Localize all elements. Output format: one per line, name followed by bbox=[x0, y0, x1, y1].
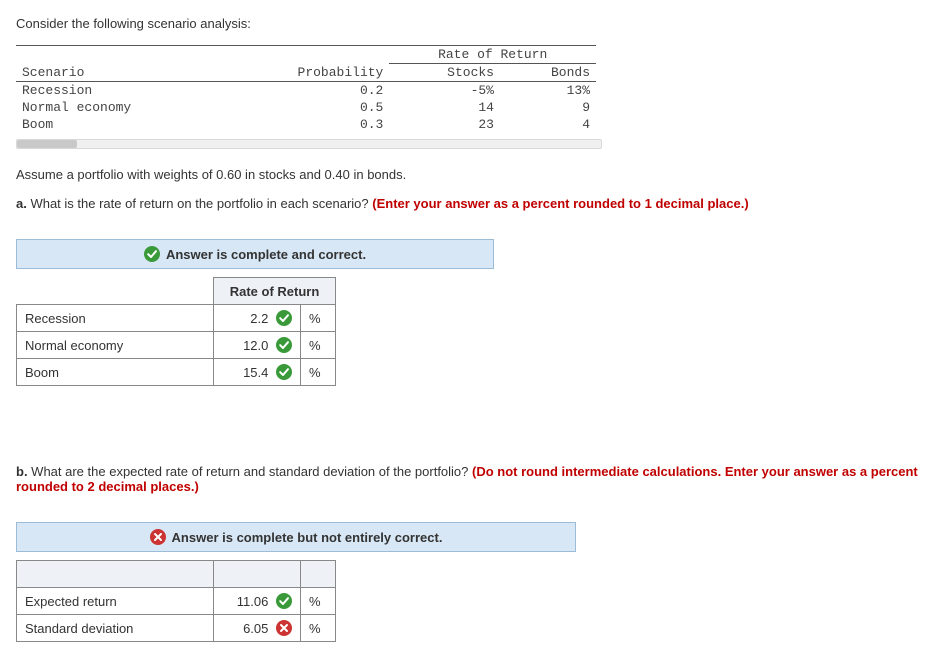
row-label: Recession bbox=[17, 305, 214, 332]
answer-cell[interactable]: 11.06 bbox=[214, 588, 301, 615]
check-circle-icon bbox=[276, 593, 292, 609]
part-a-label: a. bbox=[16, 196, 27, 211]
stocks-cell: -5% bbox=[389, 82, 500, 100]
row-label: Standard deviation bbox=[17, 615, 214, 642]
check-circle-icon bbox=[276, 364, 292, 380]
answer-value: 12.0 bbox=[243, 338, 268, 353]
percent-unit: % bbox=[301, 615, 336, 642]
col-probability: Probability bbox=[223, 64, 390, 82]
answer-cell[interactable]: 12.0 bbox=[214, 332, 301, 359]
bonds-cell: 4 bbox=[500, 116, 596, 133]
stocks-cell: 23 bbox=[389, 116, 500, 133]
prob-cell: 0.5 bbox=[223, 99, 390, 116]
percent-unit: % bbox=[301, 359, 336, 386]
bonds-cell: 9 bbox=[500, 99, 596, 116]
cross-circle-icon bbox=[276, 620, 292, 636]
part-b-banner-text: Answer is complete but not entirely corr… bbox=[172, 530, 443, 545]
part-b-label: b. bbox=[16, 464, 28, 479]
percent-unit: % bbox=[301, 332, 336, 359]
scenario-table: Rate of Return Scenario Probability Stoc… bbox=[16, 45, 596, 133]
part-b-banner: Answer is complete but not entirely corr… bbox=[16, 522, 576, 552]
scenario-cell: Recession bbox=[16, 82, 223, 100]
bonds-cell: 13% bbox=[500, 82, 596, 100]
table-row: Recession 2.2 % bbox=[17, 305, 336, 332]
intro-text: Consider the following scenario analysis… bbox=[16, 16, 933, 31]
table-row: Boom 15.4 % bbox=[17, 359, 336, 386]
table-row: Expected return 11.06 % bbox=[17, 588, 336, 615]
part-a-note: (Enter your answer as a percent rounded … bbox=[372, 196, 748, 211]
percent-unit: % bbox=[301, 588, 336, 615]
rate-of-return-header: Rate of Return bbox=[389, 46, 596, 64]
cross-circle-icon bbox=[150, 529, 166, 545]
part-a-banner: Answer is complete and correct. bbox=[16, 239, 494, 269]
check-circle-icon bbox=[144, 246, 160, 262]
table-row: Normal economy 12.0 % bbox=[17, 332, 336, 359]
check-circle-icon bbox=[276, 310, 292, 326]
part-a-qtext: What is the rate of return on the portfo… bbox=[27, 196, 372, 211]
row-label: Normal economy bbox=[17, 332, 214, 359]
answer-value: 6.05 bbox=[243, 621, 268, 636]
stocks-cell: 14 bbox=[389, 99, 500, 116]
part-a-col-header: Rate of Return bbox=[214, 278, 336, 305]
answer-cell[interactable]: 6.05 bbox=[214, 615, 301, 642]
col-stocks: Stocks bbox=[389, 64, 500, 82]
part-a-question: a. What is the rate of return on the por… bbox=[16, 196, 933, 211]
col-scenario: Scenario bbox=[16, 64, 223, 82]
answer-cell[interactable]: 15.4 bbox=[214, 359, 301, 386]
row-label: Boom bbox=[17, 359, 214, 386]
prob-cell: 0.2 bbox=[223, 82, 390, 100]
part-a-banner-text: Answer is complete and correct. bbox=[166, 247, 366, 262]
scenario-cell: Normal economy bbox=[16, 99, 223, 116]
scenario-cell: Boom bbox=[16, 116, 223, 133]
percent-unit: % bbox=[301, 305, 336, 332]
part-b-qtext: What are the expected rate of return and… bbox=[28, 464, 472, 479]
row-label: Expected return bbox=[17, 588, 214, 615]
assumption-text: Assume a portfolio with weights of 0.60 … bbox=[16, 167, 933, 182]
col-bonds: Bonds bbox=[500, 64, 596, 82]
answer-value: 11.06 bbox=[237, 594, 269, 609]
table-scrollbar[interactable] bbox=[16, 139, 602, 149]
table-row: Standard deviation 6.05 % bbox=[17, 615, 336, 642]
answer-cell[interactable]: 2.2 bbox=[214, 305, 301, 332]
prob-cell: 0.3 bbox=[223, 116, 390, 133]
answer-value: 2.2 bbox=[250, 311, 268, 326]
answer-value: 15.4 bbox=[243, 365, 268, 380]
part-b-question: b. What are the expected rate of return … bbox=[16, 464, 933, 494]
check-circle-icon bbox=[276, 337, 292, 353]
